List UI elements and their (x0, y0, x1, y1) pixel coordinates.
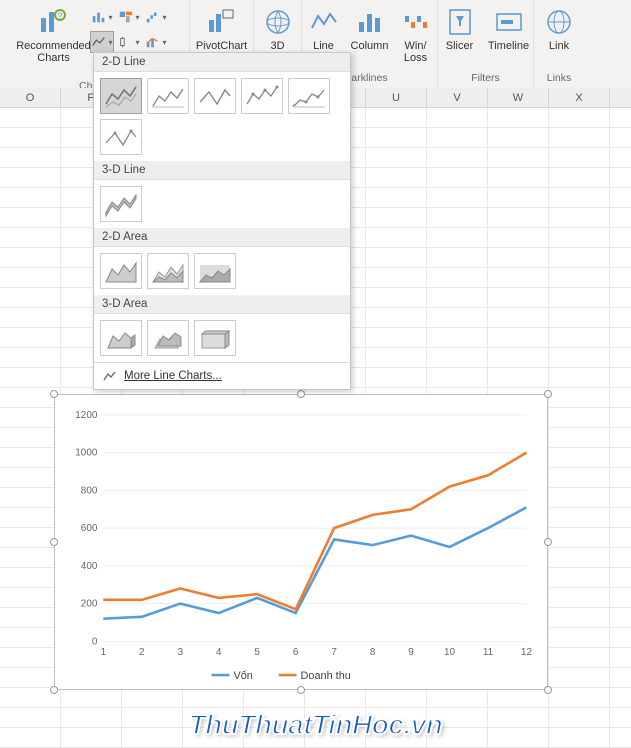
gallery-2d-area-2[interactable] (147, 253, 189, 289)
resize-handle[interactable] (50, 686, 58, 694)
gallery-2d-line-1[interactable] (100, 78, 142, 114)
gallery-section-2d-area: 2-D Area (94, 228, 350, 247)
timeline-label: Timeline (488, 40, 529, 52)
pivot-chart-button[interactable]: PivotChart (190, 2, 254, 52)
svg-text:?: ? (57, 11, 62, 21)
pivot-chart-label: PivotChart (196, 40, 247, 52)
svg-text:4: 4 (216, 647, 222, 658)
svg-text:1: 1 (101, 647, 107, 658)
svg-text:8: 8 (370, 647, 376, 658)
svg-text:200: 200 (81, 599, 98, 610)
hierarchy-chart-button[interactable]: ▾ (117, 6, 141, 28)
gallery-section-3d-line: 3-D Line (94, 161, 350, 180)
embedded-chart[interactable]: 020040060080010001200123456789101112VốnD… (54, 394, 548, 690)
gallery-2d-area-1[interactable] (100, 253, 142, 289)
line-chart-gallery: 2-D Line 3-D Line 2-D Area 3-D Area More… (93, 52, 351, 390)
waterfall-chart-button[interactable]: ▾ (144, 6, 168, 28)
gallery-3d-area-2[interactable] (147, 320, 189, 356)
slicer-button[interactable]: Slicer (439, 2, 481, 52)
sparklines-group-label: arklines (351, 70, 387, 86)
link-button[interactable]: Link (538, 2, 580, 52)
svg-text:600: 600 (81, 523, 98, 534)
sparkline-column-button[interactable]: Column (348, 2, 392, 52)
more-line-charts-label: More Line Charts... (124, 370, 222, 382)
gallery-3d-area-3[interactable] (194, 320, 236, 356)
sparkline-winloss-button[interactable]: Win/Loss (396, 2, 436, 64)
svg-text:10: 10 (444, 647, 456, 658)
gallery-section-3d-area: 3-D Area (94, 295, 350, 314)
resize-handle[interactable] (544, 390, 552, 398)
resize-handle[interactable] (544, 538, 552, 546)
col-header[interactable]: W (488, 88, 549, 107)
sparkline-line-button[interactable]: Line (304, 2, 344, 52)
sparkline-winloss-label: Win/Loss (404, 40, 427, 64)
slicer-label: Slicer (446, 40, 474, 52)
gallery-section-2d-line: 2-D Line (94, 53, 350, 72)
svg-text:5: 5 (254, 647, 260, 658)
links-group-label: Links (547, 70, 572, 86)
resize-handle[interactable] (544, 686, 552, 694)
recommended-charts-label: RecommendedCharts (16, 40, 91, 64)
gallery-3d-line-1[interactable] (100, 186, 142, 222)
resize-handle[interactable] (50, 538, 58, 546)
recommended-charts-button[interactable]: ? RecommendedCharts (22, 2, 86, 64)
watermark-text: ThuThuatTinHoc.vn (0, 709, 631, 741)
column-chart-button[interactable]: ▾ (90, 6, 114, 28)
col-header[interactable]: U (366, 88, 427, 107)
svg-text:1000: 1000 (75, 448, 98, 459)
gallery-2d-area-3[interactable] (194, 253, 236, 289)
svg-text:2: 2 (139, 647, 145, 658)
col-header[interactable]: O (0, 88, 61, 107)
svg-text:Doanh thu: Doanh thu (301, 670, 351, 682)
svg-text:1200: 1200 (75, 410, 98, 421)
svg-text:11: 11 (483, 647, 494, 658)
svg-text:400: 400 (81, 561, 98, 572)
combo-chart-button[interactable]: ▾ (144, 31, 168, 53)
gallery-2d-line-4[interactable] (241, 78, 283, 114)
svg-text:7: 7 (331, 647, 337, 658)
gallery-2d-line-3[interactable] (194, 78, 236, 114)
filters-group-label: Filters (471, 70, 500, 86)
svg-text:12: 12 (521, 647, 533, 658)
more-line-charts-link[interactable]: More Line Charts... (94, 362, 350, 389)
line-chart-button[interactable]: ▾ (90, 31, 114, 53)
statistic-chart-button[interactable]: ▾ (117, 31, 141, 53)
svg-text:6: 6 (293, 647, 299, 658)
svg-text:Vốn: Vốn (233, 670, 252, 682)
sparkline-column-label: Column (351, 40, 389, 52)
svg-text:0: 0 (92, 636, 98, 647)
resize-handle[interactable] (50, 390, 58, 398)
line-chart-icon (102, 369, 118, 383)
svg-text:3: 3 (178, 647, 184, 658)
svg-text:800: 800 (81, 485, 98, 496)
gallery-3d-area-1[interactable] (100, 320, 142, 356)
link-label: Link (549, 40, 569, 52)
chart-canvas: 020040060080010001200123456789101112VốnD… (55, 395, 547, 689)
resize-handle[interactable] (297, 686, 305, 694)
gallery-2d-line-2[interactable] (147, 78, 189, 114)
resize-handle[interactable] (297, 390, 305, 398)
col-header[interactable]: V (427, 88, 488, 107)
sparkline-line-label: Line (313, 40, 334, 52)
svg-text:9: 9 (408, 647, 414, 658)
gallery-2d-line-5[interactable] (288, 78, 330, 114)
col-header[interactable]: X (549, 88, 610, 107)
gallery-2d-line-6[interactable] (100, 119, 142, 155)
timeline-button[interactable]: Timeline (485, 2, 533, 52)
